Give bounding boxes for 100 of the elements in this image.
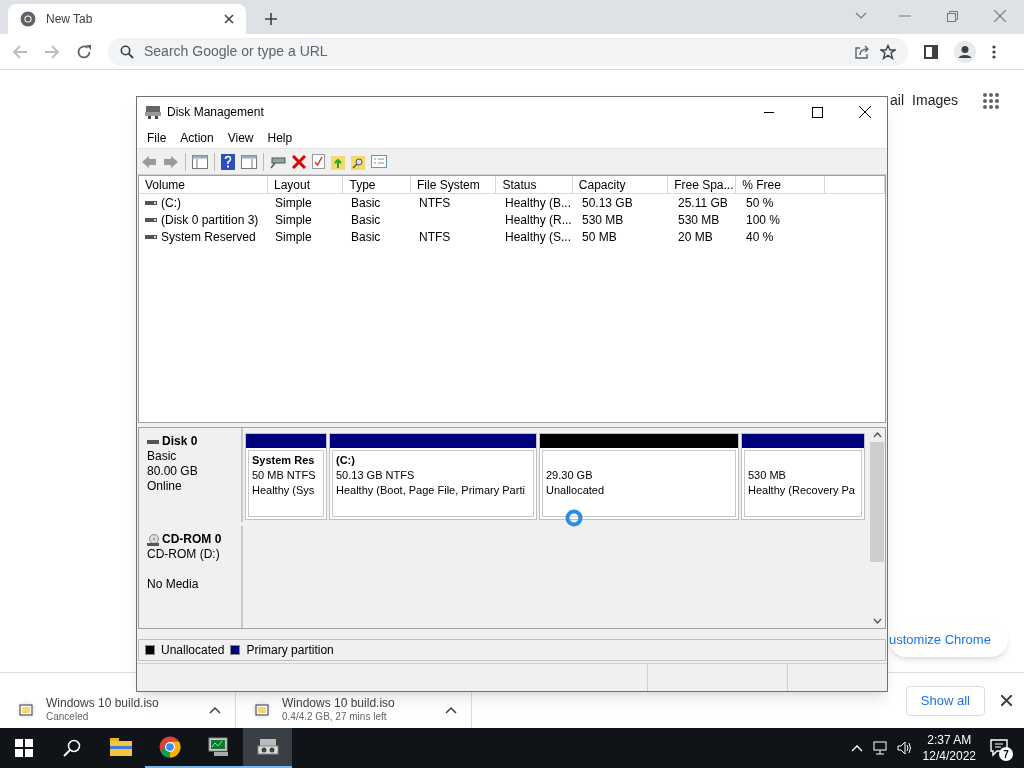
table-cell-text: NTFS xyxy=(419,228,451,246)
close-tab-icon[interactable] xyxy=(224,14,234,24)
table-cell-text: (C:) xyxy=(161,194,181,212)
console-tree-icon[interactable] xyxy=(192,154,208,169)
cd-drive-icon xyxy=(147,533,159,546)
connect-drive-icon[interactable] xyxy=(270,154,286,169)
table-cell-text: Simple xyxy=(275,194,312,212)
table-cell-text: 530 MB xyxy=(678,211,720,229)
star-icon[interactable] xyxy=(880,43,896,60)
partition-name: (C:) xyxy=(336,453,355,468)
maximize-icon[interactable] xyxy=(812,106,823,118)
table-cell-text: 25.11 GB xyxy=(678,194,728,212)
partition-status: Unallocated xyxy=(546,483,605,498)
column-header[interactable]: Free Spa... xyxy=(668,176,737,193)
folder-up-icon[interactable] xyxy=(331,153,345,170)
table-cell-text: Simple xyxy=(275,228,312,246)
reload-icon[interactable] xyxy=(76,43,92,60)
gmail-link[interactable]: ail xyxy=(890,90,905,111)
tab-search-icon[interactable] xyxy=(855,12,867,20)
customize-chrome-button[interactable]: ustomize Chrome xyxy=(889,623,1008,657)
windows-start-icon[interactable] xyxy=(15,739,33,757)
restore-icon[interactable] xyxy=(947,11,958,22)
chevron-up-icon[interactable] xyxy=(209,705,221,714)
partition-status: Healthy (Boot, Page File, Primary Parti xyxy=(336,483,525,498)
download-name[interactable]: Windows 10 build.iso xyxy=(282,695,435,710)
table-cell-text: Basic xyxy=(351,194,381,212)
notification-icon[interactable] xyxy=(990,739,1010,757)
column-header[interactable]: Volume xyxy=(139,176,268,193)
omnibox[interactable]: Search Google or type a URL xyxy=(108,37,908,66)
column-header[interactable]: % Free xyxy=(736,176,826,193)
legend-label: Primary partition xyxy=(246,642,334,659)
column-header[interactable]: Capacity xyxy=(572,176,669,193)
properties-icon[interactable] xyxy=(312,154,325,169)
partition-block[interactable]: System Res 50 MB NTFS Healthy (Sys xyxy=(245,433,327,520)
disk-name[interactable]: CD-ROM 0 xyxy=(162,532,222,547)
apps-grid-icon[interactable] xyxy=(982,91,1000,110)
table-cell-text: Simple xyxy=(275,211,312,229)
drive-icon xyxy=(145,199,157,206)
menu-item[interactable]: View xyxy=(220,128,261,147)
partition-size: 29.30 GB xyxy=(546,468,593,483)
share-icon[interactable] xyxy=(854,43,870,60)
scroll-down-icon[interactable] xyxy=(872,618,882,624)
find-icon[interactable] xyxy=(351,153,365,170)
partition-size: 530 MB xyxy=(748,468,786,483)
partition-size: 50.13 GB NTFS xyxy=(336,468,415,483)
chrome-logo-icon xyxy=(20,11,36,27)
iso-file-icon xyxy=(252,699,272,720)
drive-icon xyxy=(147,438,159,445)
new-tab-icon[interactable] xyxy=(264,12,278,26)
column-header[interactable]: Type xyxy=(343,176,411,193)
clock[interactable]: 2:37 AM 12/4/2022 xyxy=(922,732,976,764)
taskbar-app[interactable] xyxy=(243,728,292,768)
table-cell-text: System Reserved xyxy=(161,228,256,246)
close-icon[interactable] xyxy=(859,106,871,118)
chevron-up-icon[interactable] xyxy=(445,705,457,714)
disk-name[interactable]: Disk 0 xyxy=(162,434,198,449)
profile-avatar-icon[interactable] xyxy=(954,40,976,63)
delete-icon[interactable] xyxy=(292,154,306,169)
table-cell-text: 20 MB xyxy=(678,228,713,246)
scrollbar-thumb[interactable] xyxy=(870,442,884,562)
menu-item[interactable]: File xyxy=(140,128,174,147)
column-header[interactable]: File System xyxy=(411,176,497,193)
chrome-logo-icon xyxy=(158,736,181,758)
table-cell-text: Healthy (B... xyxy=(505,194,572,212)
table-cell-text: Basic xyxy=(351,228,381,246)
disk-status: No Media xyxy=(147,577,200,592)
search-icon[interactable] xyxy=(63,739,81,757)
drive-icon xyxy=(145,233,157,240)
column-header[interactable]: Status xyxy=(496,176,573,193)
download-status: 0.4/4.2 GB, 27 mins left xyxy=(282,709,388,724)
side-panel-icon[interactable] xyxy=(924,44,938,59)
busy-cursor-icon xyxy=(565,509,583,527)
column-header[interactable]: Layout xyxy=(268,176,344,193)
partition-status: Healthy (Recovery Pa xyxy=(748,483,855,498)
close-icon[interactable] xyxy=(1001,695,1012,706)
partition-status: Healthy (Sys xyxy=(252,483,315,498)
drive-icon xyxy=(256,737,279,757)
tab-title: New Tab xyxy=(46,11,94,28)
menu-icon[interactable] xyxy=(992,44,996,59)
network-icon[interactable] xyxy=(872,741,889,755)
scroll-up-icon[interactable] xyxy=(872,432,882,438)
show-all-button[interactable]: Show all xyxy=(905,685,985,716)
table-cell-text: 40 % xyxy=(746,228,774,246)
partition-block[interactable]: 530 MB Healthy (Recovery Pa xyxy=(741,433,865,520)
table-cell-text: 530 MB xyxy=(582,211,624,229)
images-link[interactable]: Images xyxy=(912,90,958,111)
help-icon[interactable] xyxy=(221,153,235,170)
legend-label: Unallocated xyxy=(161,642,225,659)
speaker-icon[interactable] xyxy=(896,741,913,755)
partition-block[interactable]: (C:) 50.13 GB NTFS Healthy (Boot, Page File, Primary Parti xyxy=(329,433,537,520)
list-view-icon[interactable] xyxy=(371,155,387,168)
menu-item[interactable]: Action xyxy=(173,128,221,147)
download-name[interactable]: Windows 10 build.iso xyxy=(46,695,199,710)
action-pane-icon[interactable] xyxy=(241,154,257,169)
partition-block[interactable]: 29.30 GB Unallocated xyxy=(539,433,739,520)
table-cell-text: 50 % xyxy=(746,194,774,212)
table-cell-text: 50 MB xyxy=(582,228,617,246)
minimize-icon[interactable] xyxy=(764,111,774,113)
browser-tab[interactable]: New Tab xyxy=(8,4,246,34)
menu-item[interactable]: Help xyxy=(260,128,300,147)
